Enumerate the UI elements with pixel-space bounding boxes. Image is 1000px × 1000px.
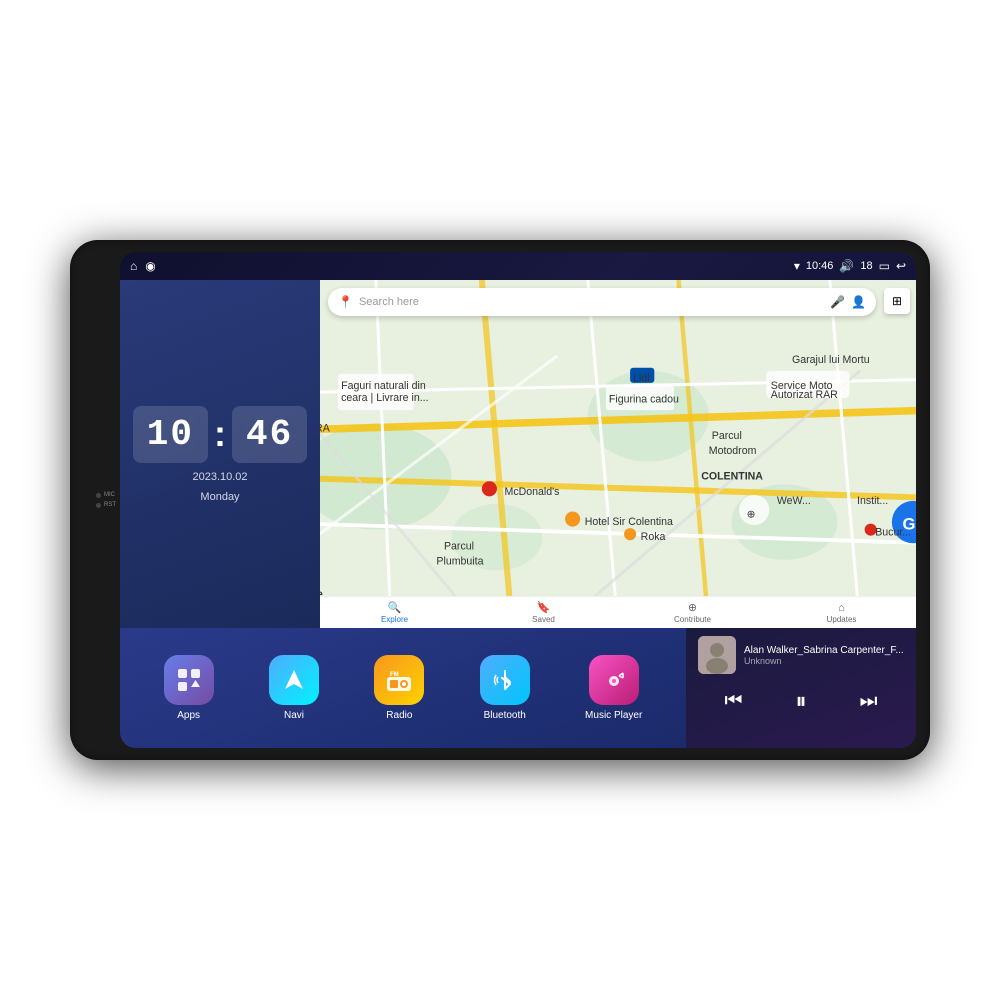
navi-label: Navi — [284, 710, 304, 721]
music-player-label: Music Player — [585, 710, 642, 721]
map-layers-button[interactable]: ⊞ — [884, 288, 910, 314]
radio-label: Radio — [386, 710, 412, 721]
apps-label: Apps — [177, 710, 200, 721]
car-head-unit: MIC RST ⌂ ◉ ▾ 10:46 🔊 18 ▭ ↩ — [70, 240, 930, 760]
svg-text:Bucur...: Bucur... — [875, 527, 911, 539]
app-item-bluetooth[interactable]: Bluetooth — [480, 655, 530, 721]
map-tab-explore[interactable]: 🔍 Explore — [320, 597, 469, 628]
updates-icon: ⌂ — [838, 602, 845, 614]
svg-text:WeW...: WeW... — [777, 495, 811, 507]
clock-day: Monday — [200, 491, 239, 503]
music-next-button[interactable]: ⏭ — [855, 686, 881, 717]
music-info: Alan Walker_Sabrina Carpenter_F... Unkno… — [698, 636, 904, 674]
bluetooth-label: Bluetooth — [484, 710, 526, 721]
rst-label: RST — [104, 502, 116, 508]
clock-display: 10 : 46 — [133, 406, 307, 463]
layers-icon: ⊞ — [892, 294, 902, 308]
volume-icon: 🔊 — [839, 259, 854, 273]
mic-label: MIC — [104, 492, 115, 498]
rst-dot — [96, 503, 101, 508]
clock-minute: 46 — [232, 406, 307, 463]
explore-icon: 🔍 — [388, 601, 402, 614]
map-tab-updates[interactable]: ⌂ Updates — [767, 597, 916, 628]
app-item-music[interactable]: Music Player — [585, 655, 642, 721]
svg-text:Motodrom: Motodrom — [709, 445, 757, 457]
app-item-apps[interactable]: Apps — [164, 655, 214, 721]
app-grid: Apps Navi — [120, 628, 686, 748]
svg-text:McDonald's: McDonald's — [505, 486, 560, 498]
rst-indicator: RST — [96, 502, 116, 508]
map-tab-saved[interactable]: 🔖 Saved — [469, 597, 618, 628]
map-tab-contribute[interactable]: ⊕ Contribute — [618, 597, 767, 628]
svg-text:COLENTINA: COLENTINA — [701, 471, 763, 483]
svg-text:Figurina cadou: Figurina cadou — [609, 394, 679, 406]
svg-text:Lidl: Lidl — [633, 372, 649, 384]
svg-text:⊕: ⊕ — [747, 509, 756, 521]
top-section: 10 : 46 2023.10.02 Monday — [120, 280, 916, 628]
svg-text:Garajul lui Mortu: Garajul lui Mortu — [792, 354, 870, 366]
music-text: Alan Walker_Sabrina Carpenter_F... Unkno… — [744, 645, 904, 666]
battery-icon: ▭ — [879, 259, 890, 273]
volume-level: 18 — [860, 260, 872, 272]
music-play-button[interactable]: ⏸ — [791, 684, 810, 718]
clock-hour: 10 — [133, 406, 208, 463]
music-artist: Unknown — [744, 656, 904, 666]
map-search-icon: 📍 — [338, 295, 353, 309]
svg-text:Roka: Roka — [641, 531, 666, 543]
clock-widget: 10 : 46 2023.10.02 Monday — [120, 280, 320, 628]
updates-label: Updates — [827, 615, 857, 624]
music-thumbnail — [698, 636, 736, 674]
mic-indicator: MIC — [96, 492, 116, 498]
svg-text:Plumbuita: Plumbuita — [436, 555, 483, 567]
app-item-navi[interactable]: Navi — [269, 655, 319, 721]
clock-date: 2023.10.02 — [192, 471, 247, 483]
bluetooth-icon — [480, 655, 530, 705]
svg-text:Parcul: Parcul — [712, 430, 742, 442]
music-player-icon — [589, 655, 639, 705]
status-time: 10:46 — [806, 260, 834, 272]
app-item-radio[interactable]: FM Radio — [374, 655, 424, 721]
screen: ⌂ ◉ ▾ 10:46 🔊 18 ▭ ↩ 10 : — [120, 252, 916, 748]
svg-text:Autorizat RAR: Autorizat RAR — [771, 389, 838, 401]
radio-icon: FM — [374, 655, 424, 705]
svg-text:APINATURA: APINATURA — [320, 422, 331, 434]
main-content: 10 : 46 2023.10.02 Monday — [120, 280, 916, 748]
map-search-bar[interactable]: 📍 Search here 🎤 👤 — [328, 288, 876, 316]
wifi-icon: ▾ — [794, 259, 800, 273]
map-widget[interactable]: McDonald's Hotel Sir Colentina Lidl COLE… — [320, 280, 916, 628]
clock-colon: : — [214, 413, 226, 455]
svg-text:ceara | Livrare in...: ceara | Livrare in... — [341, 392, 428, 404]
saved-icon: 🔖 — [537, 601, 551, 614]
home-icon[interactable]: ⌂ — [130, 259, 137, 273]
svg-text:Faguri naturali din: Faguri naturali din — [341, 380, 426, 392]
music-controls: ⏮ ⏸ ⏭ — [698, 680, 904, 722]
contribute-label: Contribute — [674, 615, 711, 624]
svg-text:FM: FM — [390, 672, 399, 678]
music-prev-button[interactable]: ⏮ — [720, 686, 746, 717]
status-right-icons: ▾ 10:46 🔊 18 ▭ ↩ — [794, 259, 906, 273]
map-search-placeholder: Search here — [359, 296, 824, 308]
back-icon[interactable]: ↩ — [896, 259, 906, 273]
contribute-icon: ⊕ — [688, 601, 697, 614]
explore-label: Explore — [381, 615, 408, 624]
status-left-icons: ⌂ ◉ — [130, 259, 156, 273]
svg-text:Instit...: Instit... — [857, 495, 888, 507]
mic-dot — [96, 493, 101, 498]
side-controls: MIC RST — [92, 492, 116, 508]
saved-label: Saved — [532, 615, 555, 624]
svg-text:Hotel Sir Colentina: Hotel Sir Colentina — [585, 516, 673, 528]
map-tabs: 🔍 Explore 🔖 Saved ⊕ Contribute ⌂ — [320, 596, 916, 628]
music-player-panel: Alan Walker_Sabrina Carpenter_F... Unkno… — [686, 628, 916, 748]
navi-icon — [269, 655, 319, 705]
status-bar: ⌂ ◉ ▾ 10:46 🔊 18 ▭ ↩ — [120, 252, 916, 280]
map-voice-icon[interactable]: 🎤 — [830, 295, 845, 309]
svg-text:Parcul: Parcul — [444, 540, 474, 552]
bottom-section: Apps Navi — [120, 628, 916, 748]
map-svg: McDonald's Hotel Sir Colentina Lidl COLE… — [320, 280, 916, 628]
apps-icon — [164, 655, 214, 705]
map-account-icon[interactable]: 👤 — [851, 295, 866, 309]
music-title: Alan Walker_Sabrina Carpenter_F... — [744, 645, 904, 656]
music-album-art — [698, 636, 736, 674]
location-icon[interactable]: ◉ — [145, 259, 155, 273]
